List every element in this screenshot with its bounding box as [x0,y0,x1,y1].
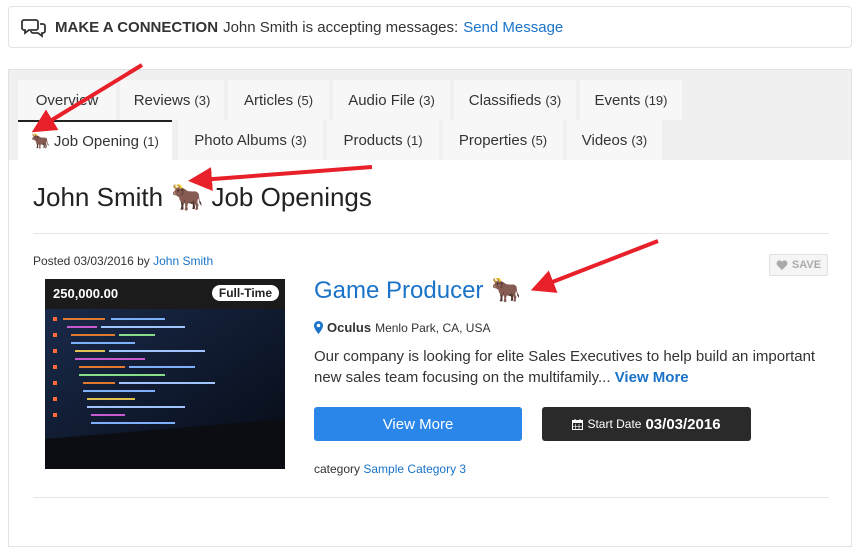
posted-prefix: Posted 03/03/2016 by [33,254,150,268]
save-label: SAVE [791,259,822,271]
tab-products[interactable]: Products (1) [327,120,439,160]
tab-count: (3) [545,92,562,108]
tab-job-opening[interactable]: 🐂 Job Opening (1) [18,120,172,160]
tab-photo-albums[interactable]: Photo Albums (3) [178,120,323,160]
tab-bar: Overview Reviews (3) Articles (5) Audio … [9,70,851,160]
map-marker-icon [314,321,323,334]
tab-count: (3) [290,132,307,148]
start-date-label: Start Date [587,417,642,431]
job-title-text: Game Producer [314,276,484,304]
company-location: Menlo Park, CA, USA [375,320,491,335]
save-button[interactable]: SAVE [769,254,828,276]
tab-label: Audio File [348,91,415,109]
company-name: Oculus [327,320,372,335]
tab-label: Products [343,131,403,149]
employment-type-badge: Full-Time [211,285,279,301]
tab-count: (19) [644,92,668,108]
tab-classifieds[interactable]: Classifieds (3) [454,80,576,120]
tab-label: Properties [458,131,528,149]
page-title: John Smith 🐂 Job Openings [33,182,372,213]
author-link[interactable]: John Smith [153,254,213,268]
tab-videos[interactable]: Videos (3) [567,120,662,160]
divider [33,497,829,498]
tab-properties[interactable]: Properties (5) [443,120,563,160]
calendar-icon [572,418,584,430]
bull-emoji-icon: 🐂 [171,182,204,212]
tab-count: (3) [631,132,648,148]
category-link[interactable]: Sample Category 3 [363,462,466,476]
tab-count: (5) [531,132,548,148]
description-text: Our company is looking for elite Sales E… [314,348,816,386]
divider [33,233,829,234]
company-info: Oculus Menlo Park, CA, USA [314,320,490,335]
tab-count: (1) [406,132,423,148]
job-description: Our company is looking for elite Sales E… [314,346,829,388]
tab-audio-file[interactable]: Audio File (3) [333,80,450,120]
tab-count: (1) [142,133,159,149]
posted-info: Posted 03/03/2016 by John Smith [33,254,213,268]
description-view-more-link[interactable]: View More [615,369,689,386]
bull-emoji-icon: 🐂 [491,277,522,304]
heart-icon [776,259,788,270]
tab-count: (5) [297,92,314,108]
tab-label: Photo Albums [194,131,287,149]
tab-events[interactable]: Events (19) [580,80,682,120]
page-title-name: John Smith [33,182,164,212]
page-title-suffix: Job Openings [211,182,372,212]
tab-label: Events [594,91,641,109]
tab-label: Job Opening [53,132,139,150]
price: 250,000.00 [53,286,119,301]
bull-emoji-icon: 🐂 [31,133,50,150]
category-info: category Sample Category 3 [314,462,466,476]
job-title[interactable]: Game Producer 🐂 [314,276,521,305]
price-bar: 250,000.00 Full-Time [45,279,285,309]
connection-heading: MAKE A CONNECTION [55,18,219,36]
tab-label: Classifieds [468,91,542,109]
connection-text: John Smith is accepting messages: [223,18,459,36]
tab-label: Articles [243,91,294,109]
send-message-link[interactable]: Send Message [463,19,563,36]
tab-overview[interactable]: Overview [18,80,116,120]
start-date-button[interactable]: Start Date 03/03/2016 [542,407,751,441]
view-more-button[interactable]: View More [314,407,522,441]
profile-panel: Overview Reviews (3) Articles (5) Audio … [8,69,852,547]
chat-bubbles-icon [21,19,46,38]
listing-image[interactable]: 250,000.00 Full-Time [45,279,285,469]
category-label: category [314,462,361,476]
tab-label: Overview [35,91,99,109]
start-date-value: 03/03/2016 [645,415,721,433]
tab-articles[interactable]: Articles (5) [228,80,329,120]
tab-reviews[interactable]: Reviews (3) [120,80,224,120]
tab-count: (3) [194,92,211,108]
connection-bar: MAKE A CONNECTION John Smith is acceptin… [8,6,852,48]
tab-count: (3) [418,92,435,108]
tab-label: Videos [581,131,628,149]
tab-label: Reviews [133,91,191,109]
